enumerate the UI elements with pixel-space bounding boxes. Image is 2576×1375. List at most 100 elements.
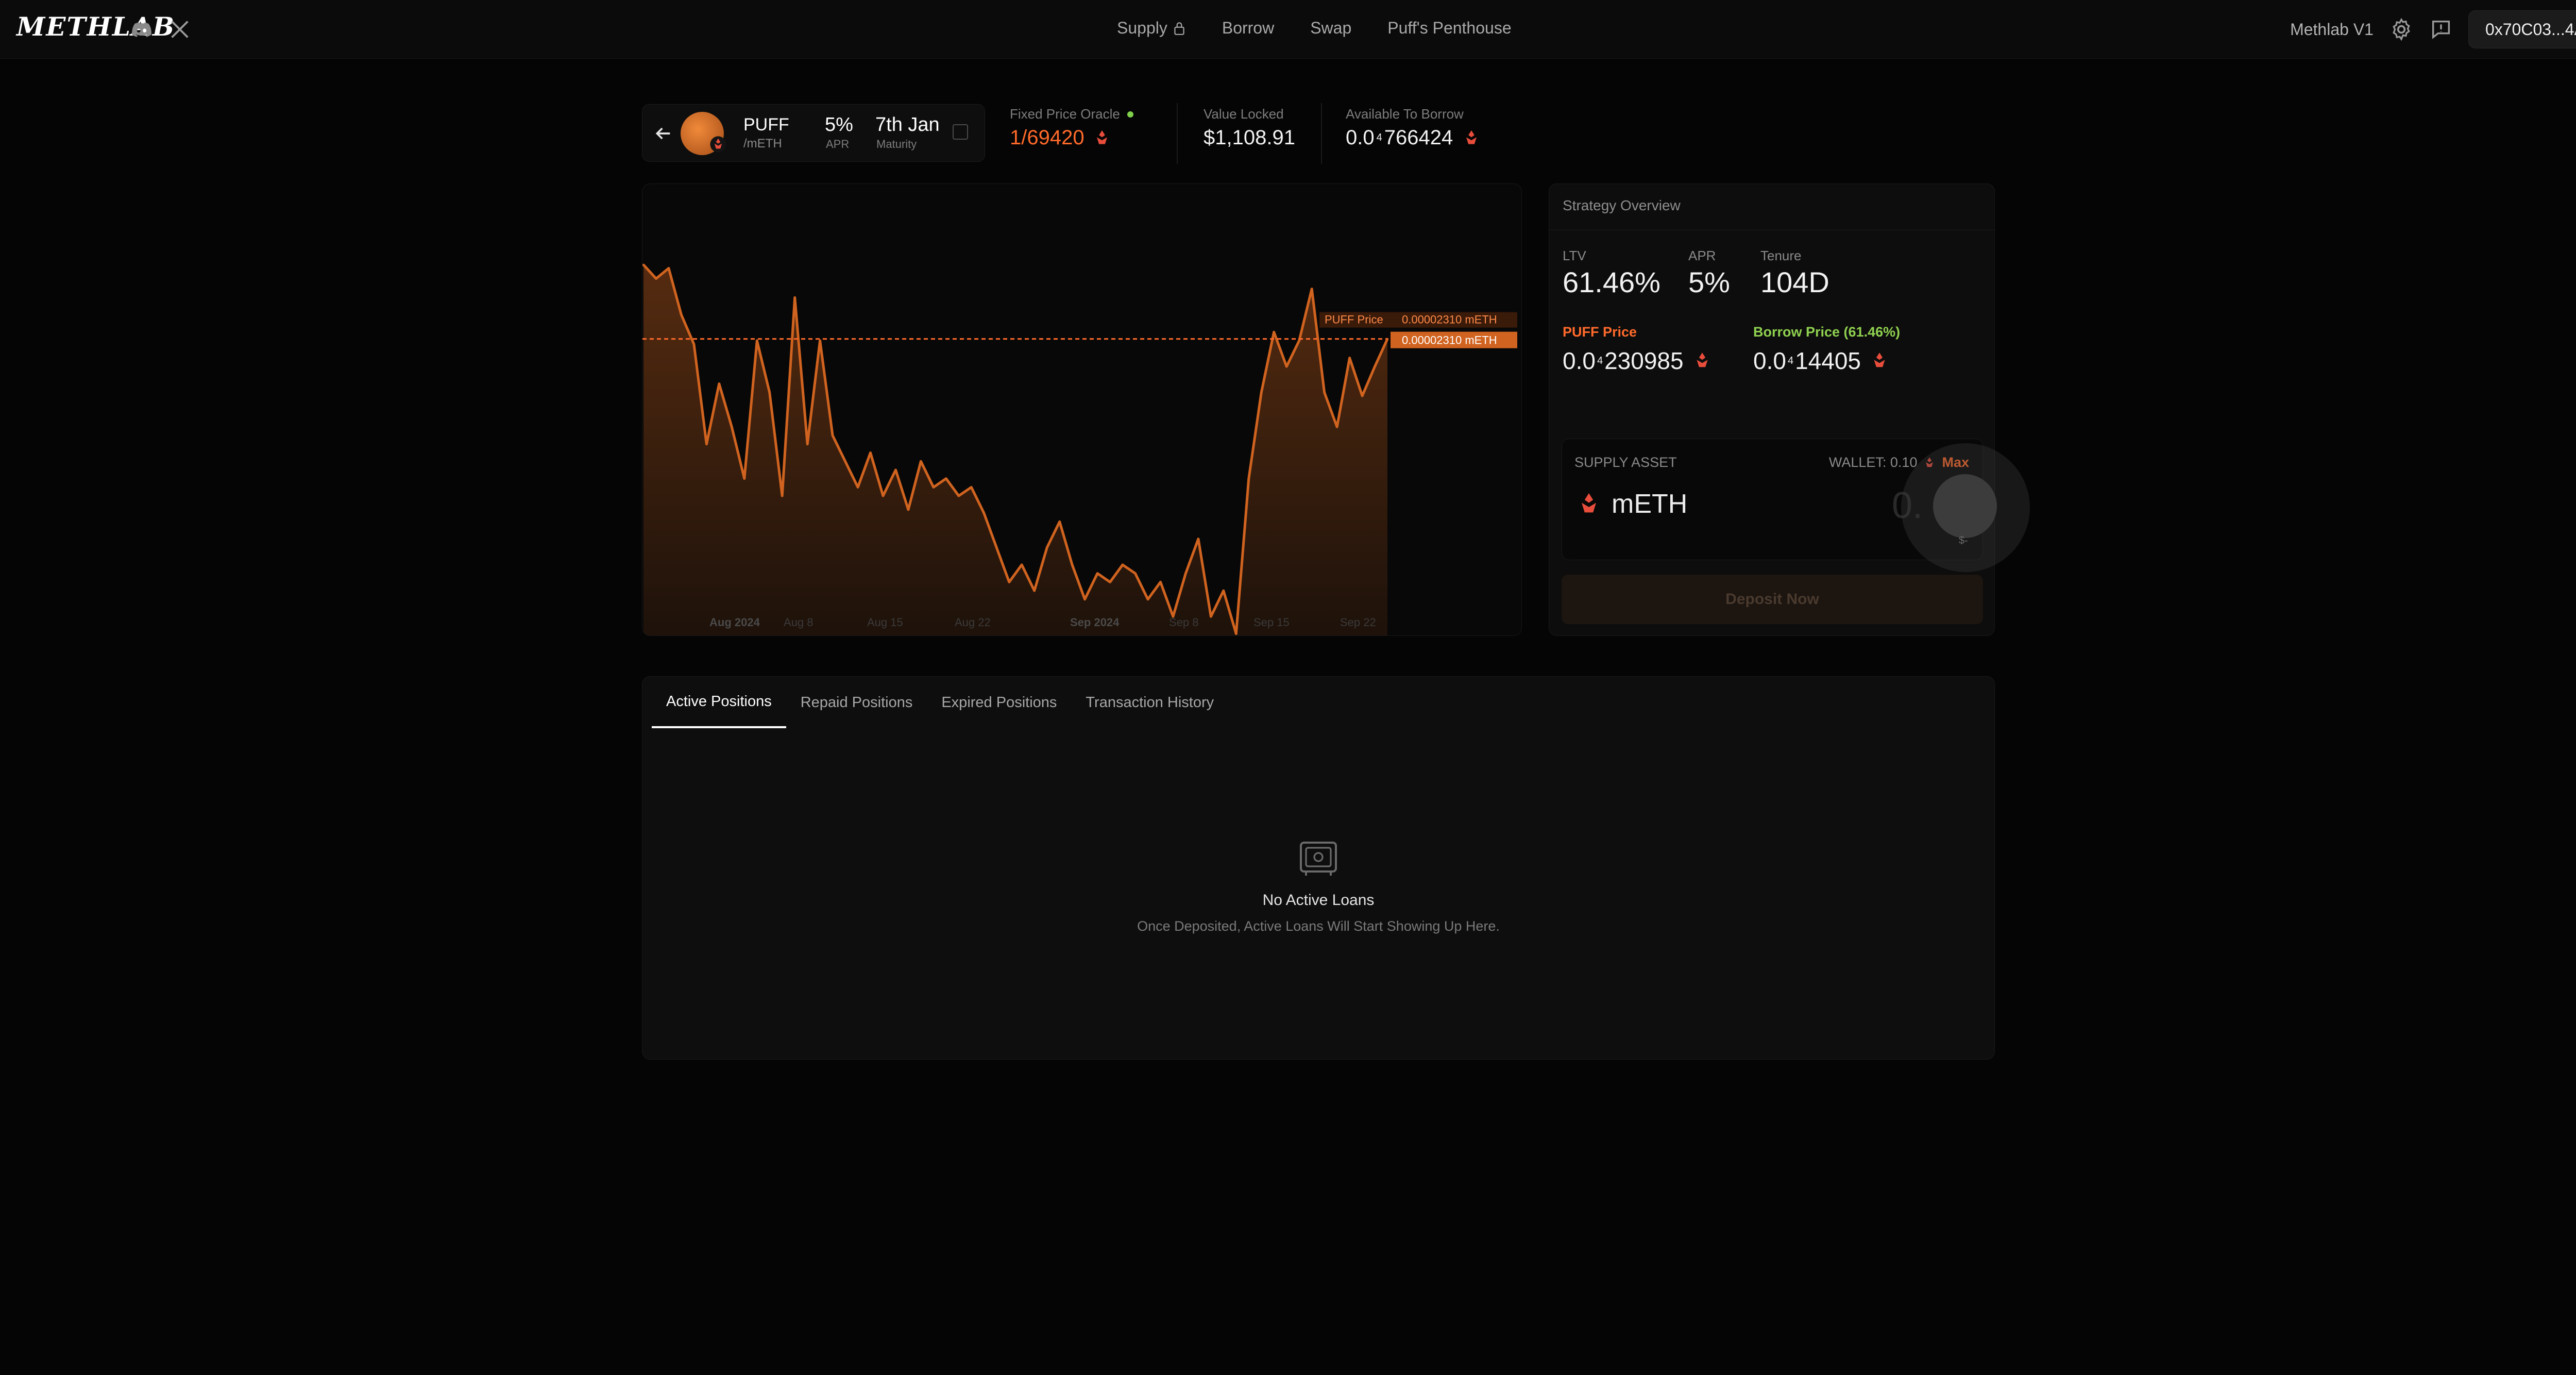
price-point: [932, 486, 935, 489]
positions-card: Active Positions Repaid Positions Expire…: [642, 676, 1995, 1060]
nav-borrow[interactable]: Borrow: [1222, 19, 1274, 38]
x-tick-label: Sep 15: [1253, 616, 1290, 629]
top-navbar: METHLAB Supply Borrow Swap Puff's Pentho…: [0, 0, 2576, 59]
price-point: [1096, 572, 1099, 575]
price-point: [692, 343, 695, 345]
usd-value: $-: [1959, 535, 1968, 546]
x-twitter-icon[interactable]: [168, 18, 192, 41]
price-point: [731, 426, 733, 428]
nav-supply[interactable]: Supply: [1117, 19, 1186, 38]
discord-icon[interactable]: [130, 18, 154, 41]
supply-asset-box: SUPPLY ASSET WALLET: 0.10 Max mETH 0. $-: [1562, 439, 2030, 572]
price-point: [1273, 331, 1275, 333]
positions-tabs: Active Positions Repaid Positions Expire…: [652, 677, 1228, 730]
nav-swap[interactable]: Swap: [1310, 19, 1351, 38]
tab-repaid-positions[interactable]: Repaid Positions: [786, 677, 927, 728]
x-tick-label: Sep 22: [1340, 616, 1376, 629]
price-point: [793, 296, 796, 299]
price-point: [1197, 538, 1199, 540]
token-symbol: PUFF: [743, 115, 789, 135]
price-chart[interactable]: PUFF Price 0.00002310 mETH 0.00002310 mETH…: [642, 184, 1522, 636]
price-point: [1033, 590, 1036, 592]
oracle-value: 1/69420: [1010, 126, 1084, 149]
price-point: [806, 443, 809, 445]
tvl-label: Value Locked: [1204, 106, 1284, 122]
price-point: [680, 313, 683, 316]
price-point: [1083, 598, 1086, 600]
price-point: [1184, 572, 1187, 575]
price-point: [743, 477, 745, 480]
tab-expired-positions[interactable]: Expired Positions: [927, 677, 1071, 728]
price-point: [1008, 581, 1010, 583]
price-point: [1058, 521, 1061, 523]
puff-price-digits: 230985: [1604, 347, 1684, 374]
settings-gear-icon[interactable]: [2389, 17, 2414, 42]
meth-icon: [1466, 130, 1477, 144]
tab-transaction-history[interactable]: Transaction History: [1071, 677, 1228, 728]
puff-price-value: 0.0 4 230985: [1563, 347, 1713, 375]
x-tick-label: Sep 8: [1169, 616, 1199, 629]
borrow-available-label: Available To Borrow: [1346, 106, 1464, 122]
main-nav: Supply Borrow Swap Puff's Penthouse: [1117, 19, 1548, 38]
borrow-available-digits: 766424: [1384, 126, 1453, 149]
borrow-available-zeros: 4: [1376, 132, 1382, 143]
asset-name: mETH: [1612, 489, 1688, 519]
tab-active-positions[interactable]: Active Positions: [652, 677, 786, 728]
deposit-now-button[interactable]: Deposit Now: [1562, 575, 1983, 624]
borrow-price-zeros: 4: [1787, 355, 1794, 366]
tenure-value: 104D: [1760, 266, 1829, 298]
price-point: [655, 277, 657, 280]
expand-icon[interactable]: [953, 124, 968, 140]
version-selector[interactable]: Methlab V1: [2290, 20, 2374, 39]
price-point: [768, 391, 771, 394]
price-point: [1046, 546, 1048, 549]
asset-selector[interactable]: mETH: [1574, 489, 1687, 519]
price-point: [1235, 632, 1238, 635]
feedback-chat-icon[interactable]: [2429, 18, 2453, 41]
borrow-price-digits: 14405: [1795, 347, 1861, 374]
empty-state: No Active Loans Once Deposited, Active L…: [642, 841, 1994, 934]
price-point: [1336, 426, 1338, 428]
safe-vault-icon: [1300, 842, 1337, 876]
price-point: [982, 512, 985, 514]
price-point: [869, 451, 872, 454]
price-point: [957, 495, 960, 497]
nav-puffs-penthouse[interactable]: Puff's Penthouse: [1387, 19, 1511, 38]
back-arrow-icon[interactable]: [653, 123, 673, 144]
apr-value: 5%: [825, 114, 853, 136]
price-point: [844, 460, 846, 463]
ltv-value: 61.46%: [1563, 266, 1660, 298]
value-locked-stat: Value Locked $1,108.91: [1204, 106, 1295, 149]
price-point: [667, 267, 670, 270]
oracle-label: Fixed Price Oracle: [1010, 106, 1120, 122]
x-tick-label: Aug 8: [784, 616, 814, 629]
x-tick-label: Aug 2024: [709, 616, 760, 629]
price-point: [894, 468, 897, 471]
price-point: [1210, 615, 1212, 618]
maturity-label: Maturity: [876, 138, 917, 150]
price-point: [1311, 288, 1313, 290]
price-point: [1109, 581, 1111, 583]
price-point: [1222, 590, 1225, 592]
borrow-price-prefix: 0.0: [1753, 347, 1786, 374]
borrow-price-value: 0.0 4 14405: [1753, 347, 1890, 375]
price-point: [1021, 563, 1023, 566]
current-value-label: 0.00002310 mETH: [1402, 334, 1497, 347]
supply-asset-label: SUPPLY ASSET: [1574, 455, 1677, 470]
price-point: [1071, 563, 1074, 566]
price-point: [1361, 395, 1364, 397]
lock-icon: [1174, 22, 1184, 35]
wallet-address-button[interactable]: 0x70C03...4AB7: [2468, 10, 2576, 48]
price-chart-card[interactable]: PUFF Price 0.00002310 mETH 0.00002310 mETH…: [642, 183, 1522, 636]
strategy-overview-card: Strategy Overview LTV 61.46% APR 5% Tenu…: [1549, 183, 2030, 636]
price-point: [1146, 598, 1149, 600]
meth-icon: [1874, 353, 1885, 367]
price-point: [642, 263, 645, 266]
market-summary-card: PUFF /mETH 5% APR 7th Jan Maturity: [642, 104, 985, 162]
meth-token-icon: [710, 136, 726, 153]
price-point: [1247, 477, 1250, 480]
strategy-title: Strategy Overview: [1549, 184, 1994, 230]
meth-icon: [1096, 130, 1107, 144]
price-point: [705, 443, 708, 445]
ltv-label: LTV: [1563, 248, 1586, 263]
